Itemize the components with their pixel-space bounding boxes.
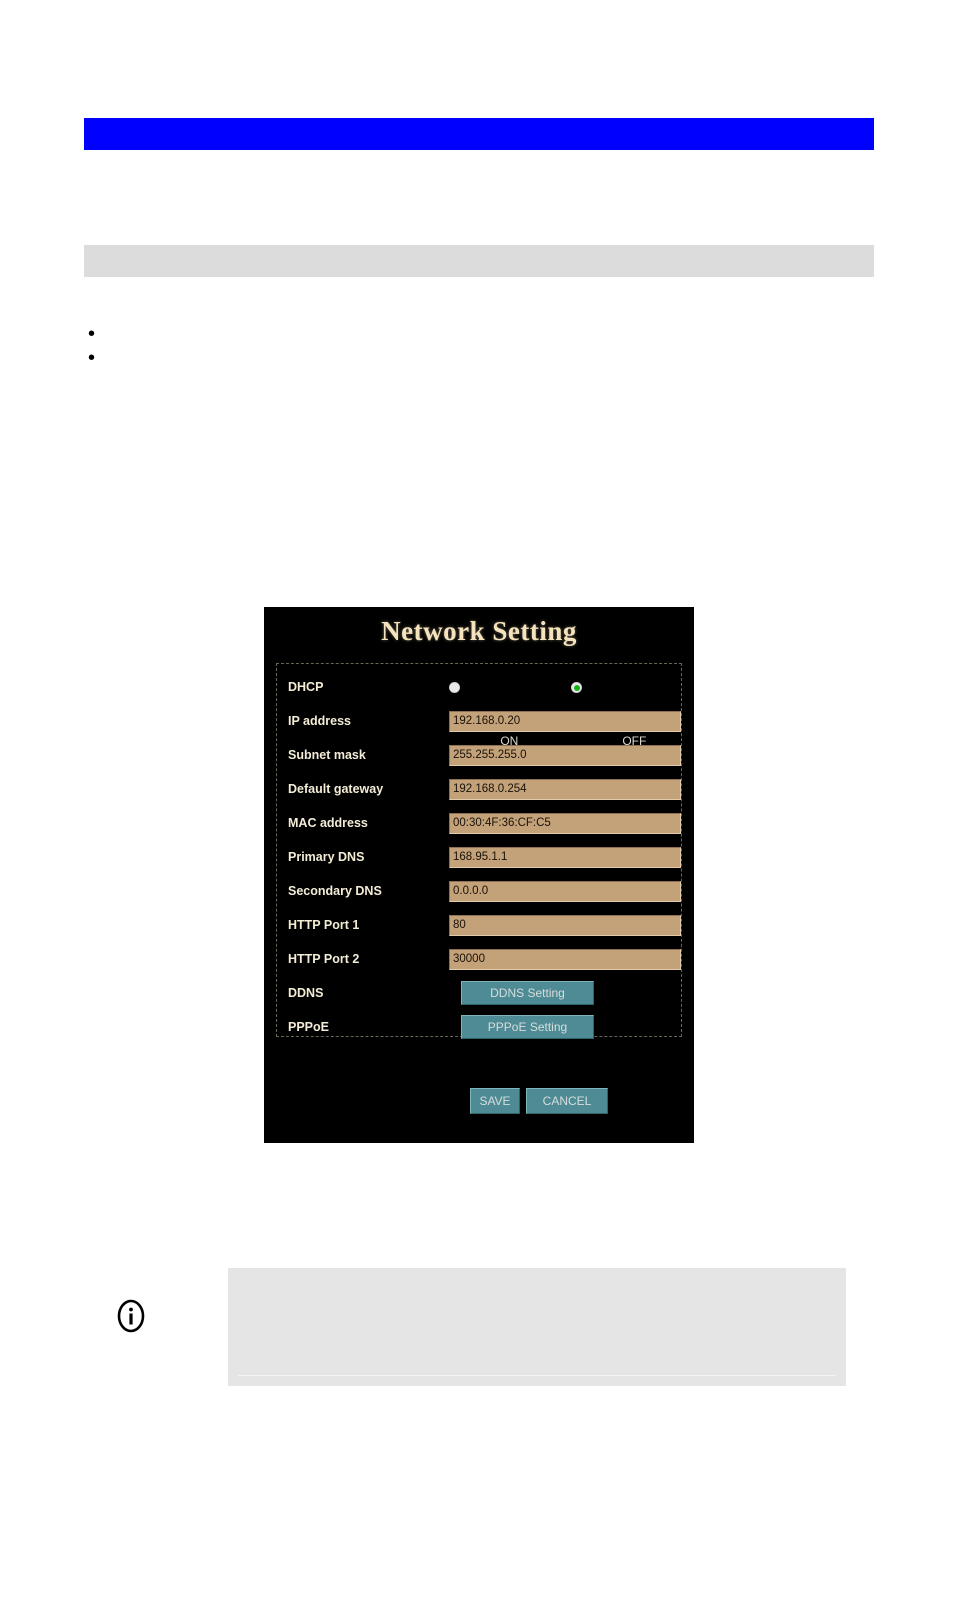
row-label-ip-address: IP address bbox=[288, 714, 352, 728]
dhcp-radio-on[interactable]: ON bbox=[449, 674, 518, 748]
form-row-secondary-dns: Secondary DNS 0.0.0.0 bbox=[277, 878, 683, 905]
radio-checked-icon bbox=[571, 682, 582, 693]
row-label-primary-dns: Primary DNS bbox=[288, 850, 365, 864]
list-item bbox=[84, 346, 784, 370]
panel-title: Network Setting bbox=[381, 616, 577, 646]
form-row-subnet-mask: Subnet mask 255.255.255.0 bbox=[277, 742, 683, 769]
http-port-2-input[interactable]: 30000 bbox=[449, 949, 681, 970]
row-label-http-port-1: HTTP Port 1 bbox=[288, 918, 360, 932]
mac-address-input[interactable]: 00:30:4F:36:CF:C5 bbox=[449, 813, 681, 834]
network-settings-form: DHCP ON OFF IP address 192.168.0.20 Subn… bbox=[276, 663, 683, 1039]
page-header-bar bbox=[84, 118, 874, 150]
info-icon bbox=[117, 1299, 145, 1333]
http-port-1-input[interactable]: 80 bbox=[449, 915, 681, 936]
form-row-pppoe: PPPoE PPPoE Setting bbox=[277, 1014, 683, 1041]
row-label-secondary-dns: Secondary DNS bbox=[288, 884, 382, 898]
row-label-http-port-2: HTTP Port 2 bbox=[288, 952, 360, 966]
row-label-pppoe: PPPoE bbox=[288, 1020, 329, 1034]
form-row-ip-address: IP address 192.168.0.20 bbox=[277, 708, 683, 735]
radio-unchecked-icon bbox=[449, 682, 460, 693]
row-label-dhcp: DHCP bbox=[288, 680, 324, 694]
dhcp-radio-off[interactable]: OFF bbox=[571, 674, 646, 748]
primary-dns-input[interactable]: 168.95.1.1 bbox=[449, 847, 681, 868]
subnet-mask-input[interactable]: 255.255.255.0 bbox=[449, 745, 681, 766]
ddns-setting-button[interactable]: DDNS Setting bbox=[461, 981, 594, 1005]
row-label-default-gateway: Default gateway bbox=[288, 782, 384, 796]
default-gateway-input[interactable]: 192.168.0.254 bbox=[449, 779, 681, 800]
network-setting-panel: Network Setting DHCP ON OFF IP address 1… bbox=[264, 607, 694, 1143]
secondary-dns-input[interactable]: 0.0.0.0 bbox=[449, 881, 681, 902]
bullet-list bbox=[84, 322, 784, 370]
form-row-ddns: DDNS DDNS Setting bbox=[277, 980, 683, 1007]
pppoe-setting-button[interactable]: PPPoE Setting bbox=[461, 1015, 594, 1039]
list-item bbox=[84, 322, 784, 346]
form-row-primary-dns: Primary DNS 168.95.1.1 bbox=[277, 844, 683, 871]
row-label-subnet-mask: Subnet mask bbox=[288, 748, 366, 762]
ip-address-input[interactable]: 192.168.0.20 bbox=[449, 711, 681, 732]
row-label-ddns: DDNS bbox=[288, 986, 324, 1000]
note-text bbox=[228, 1268, 846, 1288]
form-row-dhcp: DHCP ON OFF bbox=[277, 674, 683, 748]
form-row-mac-address: MAC address 00:30:4F:36:CF:C5 bbox=[277, 810, 683, 837]
section-header-bar bbox=[84, 245, 874, 277]
row-label-mac-address: MAC address bbox=[288, 816, 368, 830]
cancel-button[interactable]: CANCEL bbox=[526, 1088, 608, 1114]
panel-action-bar: SAVE CANCEL bbox=[264, 1088, 694, 1118]
note-divider bbox=[238, 1375, 836, 1376]
form-row-http-port-2: HTTP Port 2 30000 bbox=[277, 946, 683, 973]
note-box bbox=[228, 1268, 846, 1386]
save-button[interactable]: SAVE bbox=[470, 1088, 520, 1114]
form-row-default-gateway: Default gateway 192.168.0.254 bbox=[277, 776, 683, 803]
form-row-http-port-1: HTTP Port 1 80 bbox=[277, 912, 683, 939]
